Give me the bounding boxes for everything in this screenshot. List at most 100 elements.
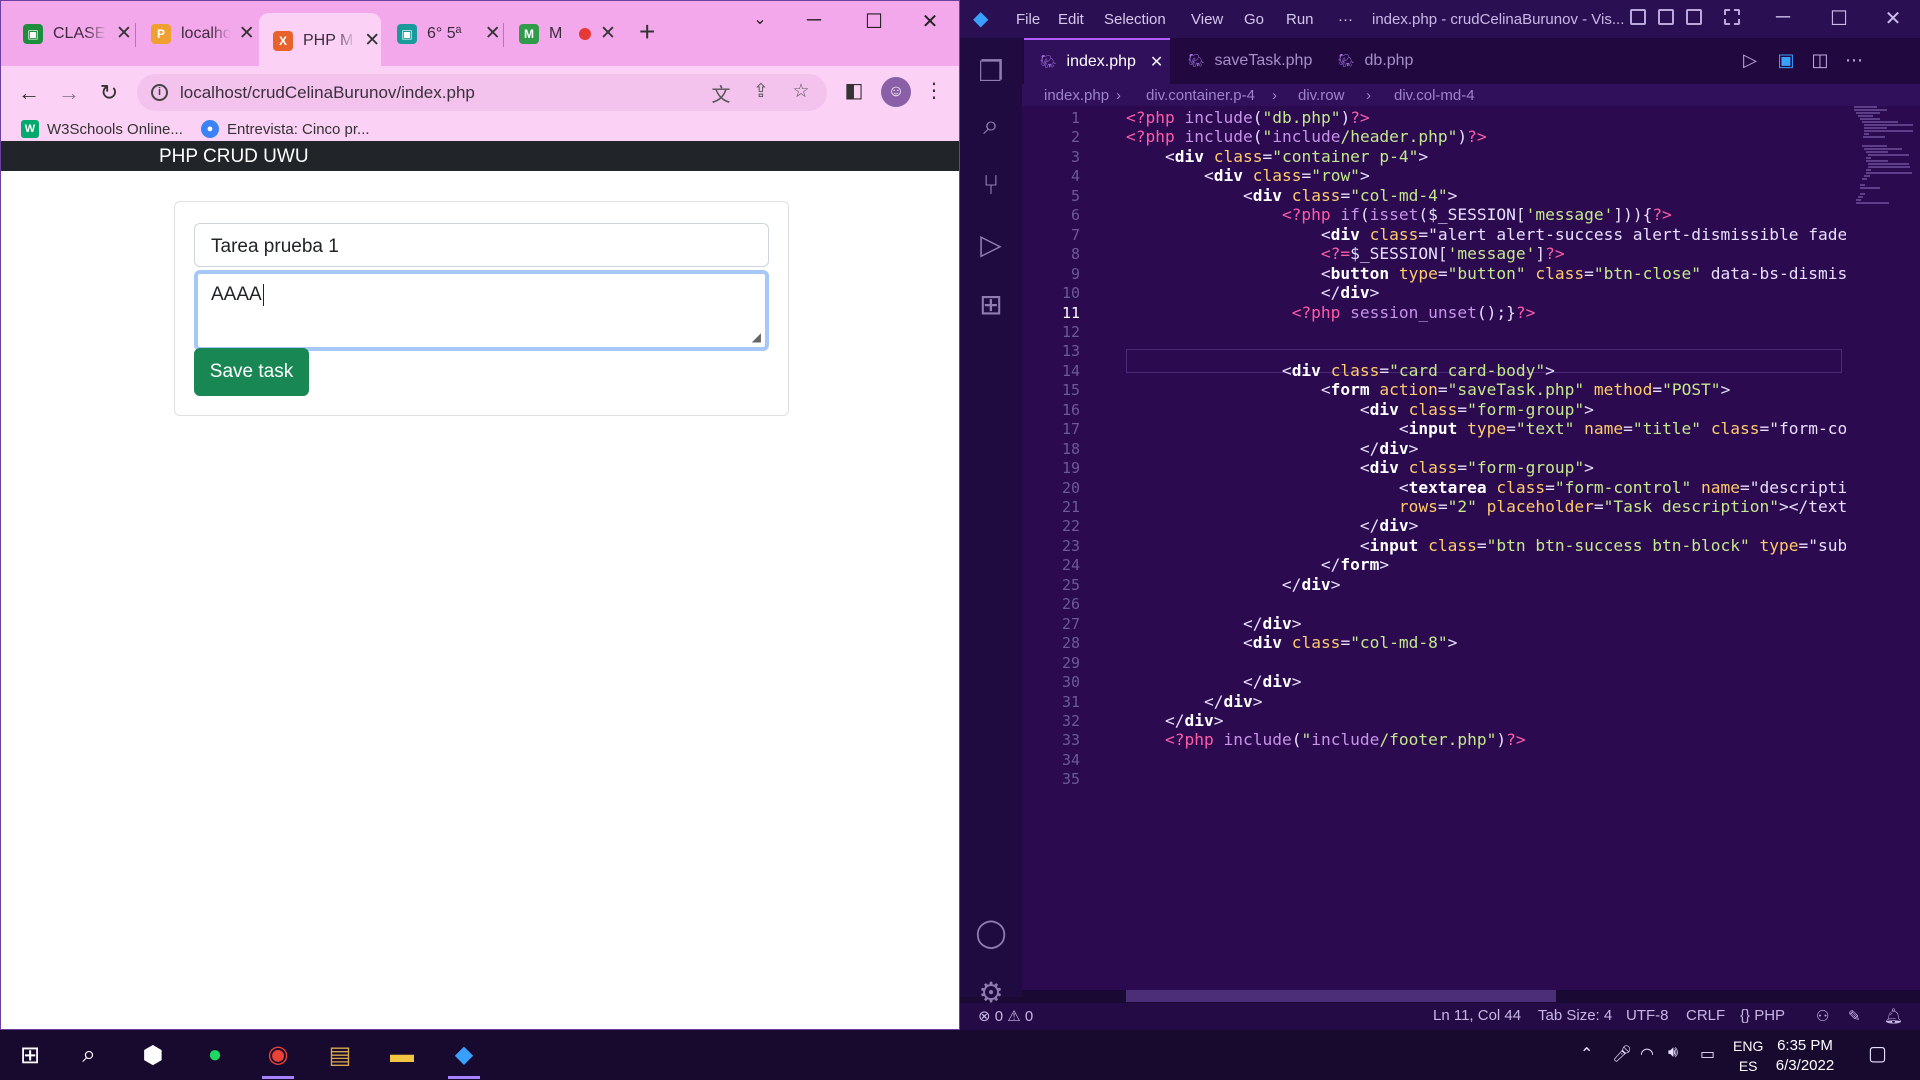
maximize-button[interactable]: ☐ [859, 9, 889, 34]
new-tab-button[interactable]: + [639, 17, 655, 47]
bookmark-item[interactable]: ● Entrevista: Cinco pr... [201, 120, 370, 138]
code-line[interactable]: <div class="form-group"> [1126, 458, 1846, 477]
spotify-icon[interactable]: ● [195, 1037, 235, 1073]
address-bar[interactable]: i localhost/crudCelinaBurunov/index.php … [137, 74, 827, 111]
vscode-maximize-button[interactable]: ☐ [1824, 6, 1854, 31]
source-control-icon[interactable]: ⑂ [972, 166, 1010, 204]
minimize-button[interactable]: ─ [799, 9, 829, 32]
browser-tab[interactable]: ▣ CLASE ✕ [9, 15, 133, 52]
bookmark-item[interactable]: W W3Schools Online... [21, 120, 183, 138]
minimap[interactable] [1846, 106, 1920, 990]
code-line[interactable]: </form> [1126, 555, 1846, 574]
site-info-icon[interactable]: i [151, 84, 168, 101]
browser-tab[interactable]: P localhost ✕ [137, 15, 255, 52]
tab-search-chevron-icon[interactable]: ⌄ [745, 9, 775, 29]
search-icon[interactable]: ⌕ [69, 1037, 109, 1073]
side-panel-icon[interactable]: ◧ [839, 78, 869, 103]
show-hidden-icons-chevron[interactable]: ⌃ [1580, 1044, 1593, 1064]
code-line[interactable]: rows="2" placeholder="Task description">… [1126, 497, 1846, 516]
tab-size[interactable]: Tab Size: 4 [1538, 1007, 1612, 1024]
code-line[interactable]: <div class="col-md-8"> [1126, 633, 1846, 652]
search-icon[interactable]: ⌕ [972, 106, 1010, 144]
toggle-sidebar-icon[interactable] [1630, 9, 1646, 25]
encoding[interactable]: UTF-8 [1626, 1007, 1669, 1024]
code-line[interactable]: </div> [1126, 711, 1846, 730]
code-line[interactable]: </div> [1126, 614, 1846, 633]
code-line[interactable]: <?=$_SESSION['message']?> [1126, 244, 1846, 263]
problems-indicator[interactable]: ⊗ 0 ⚠ 0 [978, 1007, 1033, 1025]
battery-icon[interactable]: ▭ [1700, 1044, 1715, 1064]
wifi-icon[interactable]: ◠ [1640, 1044, 1654, 1064]
code-line[interactable]: </div> [1126, 439, 1846, 458]
volume-icon[interactable]: 🔊︎ [1668, 1044, 1678, 1062]
menu-run[interactable]: Run [1286, 11, 1314, 28]
close-tab-icon[interactable]: ✕ [115, 22, 133, 45]
code-line[interactable]: <div class="col-md-4"> [1126, 186, 1846, 205]
code-line[interactable]: <?php include("db.php")?> [1126, 108, 1846, 127]
code-line[interactable]: </div> [1126, 516, 1846, 535]
menu-go[interactable]: Go [1244, 11, 1264, 28]
code-line[interactable]: <input class="btn btn-success btn-block"… [1126, 536, 1846, 555]
translate-icon[interactable]: 文 [708, 80, 734, 107]
code-line[interactable]: </div> [1126, 672, 1846, 691]
task-title-input[interactable]: Tarea prueba 1 [194, 223, 769, 267]
menu-file[interactable]: File [1016, 11, 1040, 28]
code-line[interactable]: <?php session_unset();}?> [1126, 303, 1846, 322]
chrome-icon[interactable]: ◉ [258, 1037, 298, 1079]
close-tab-icon[interactable]: ✕ [239, 22, 256, 45]
menu-selection[interactable]: Selection [1104, 11, 1166, 28]
code-line[interactable]: </div> [1126, 692, 1846, 711]
microphone-icon[interactable]: 🎤︎ [1612, 1044, 1632, 1064]
close-tab-icon[interactable]: ✕ [599, 22, 617, 45]
copilot-icon[interactable]: ⚇ [1816, 1007, 1829, 1025]
vscode-icon[interactable]: ◆ [444, 1037, 484, 1079]
close-tab-icon[interactable]: ✕ [1150, 52, 1163, 72]
back-button[interactable]: ← [12, 76, 46, 110]
browser-tab-active[interactable]: X PHP M ✕ [259, 13, 381, 66]
vscode-minimize-button[interactable]: ─ [1768, 6, 1798, 29]
extensions-icon[interactable]: ⊞ [972, 286, 1010, 324]
tab-index-php[interactable]: 🐘︎ index.php ✕ [1024, 38, 1170, 84]
explorer-icon[interactable]: ❐ [972, 53, 1010, 91]
menu-view[interactable]: View [1191, 11, 1223, 28]
chrome-menu-icon[interactable]: ⋮ [919, 78, 949, 103]
feedback-icon[interactable]: ✎ [1848, 1007, 1861, 1025]
run-debug-icon[interactable]: ▷ [972, 226, 1010, 264]
customize-layout-icon[interactable] [1724, 9, 1740, 25]
more-actions-icon[interactable]: ⋯ [1842, 50, 1866, 71]
lightroom-icon[interactable]: ▤ [320, 1037, 360, 1073]
cursor-position[interactable]: Ln 11, Col 44 [1433, 1007, 1521, 1024]
code-line[interactable]: <?php include("include/header.php")?> [1126, 127, 1846, 146]
forward-button[interactable]: → [52, 76, 86, 110]
code-line[interactable]: <textarea class="form-control" name="des… [1126, 478, 1846, 497]
toggle-panel-icon[interactable] [1658, 9, 1674, 25]
code-line[interactable]: <div class="alert alert-success alert-di… [1126, 225, 1846, 244]
bookmark-star-icon[interactable]: ☆ [788, 80, 814, 103]
resize-grip-icon[interactable]: ◢ [752, 330, 761, 344]
vscode-close-button[interactable]: ✕ [1878, 6, 1908, 31]
close-tab-icon[interactable]: ✕ [364, 29, 382, 52]
unity-icon[interactable]: ⬢ [133, 1037, 173, 1073]
code-line[interactable]: <input type="text" name="title" class="f… [1126, 419, 1846, 438]
toggle-secondary-sidebar-icon[interactable] [1686, 9, 1702, 25]
reload-button[interactable]: ↻ [92, 76, 126, 110]
close-window-button[interactable]: ✕ [915, 9, 945, 34]
split-editor-icon[interactable]: ◫ [1808, 50, 1832, 71]
menu-more[interactable]: ··· [1338, 11, 1353, 28]
breadcrumb-item[interactable]: div.row [1298, 87, 1344, 104]
breadcrumb-item[interactable]: index.php [1044, 87, 1109, 104]
share-icon[interactable]: ⇪ [748, 80, 774, 103]
save-task-button[interactable]: Save task [194, 348, 309, 396]
browser-tab[interactable]: M M ✕ [505, 15, 623, 52]
menu-edit[interactable]: Edit [1058, 11, 1084, 28]
code-line[interactable]: <div class="form-group"> [1126, 400, 1846, 419]
tab-db-php[interactable]: 🐘︎ db.php [1322, 38, 1452, 84]
url-text[interactable]: localhost/crudCelinaBurunov/index.php [180, 83, 475, 103]
code-line[interactable]: <div class="container p-4"> [1126, 147, 1846, 166]
browser-tab[interactable]: ▣ 6° 5ª ✕ [383, 15, 501, 52]
breadcrumb-item[interactable]: div.col-md-4 [1394, 87, 1475, 104]
input-language[interactable]: ENG ES [1733, 1036, 1763, 1076]
breadcrumb-item[interactable]: div.container.p-4 [1146, 87, 1255, 104]
notifications-bell-icon[interactable]: 🔔︎ [1884, 1007, 1903, 1025]
code-line[interactable]: <?php if(isset($_SESSION['message'])){?> [1126, 205, 1846, 224]
